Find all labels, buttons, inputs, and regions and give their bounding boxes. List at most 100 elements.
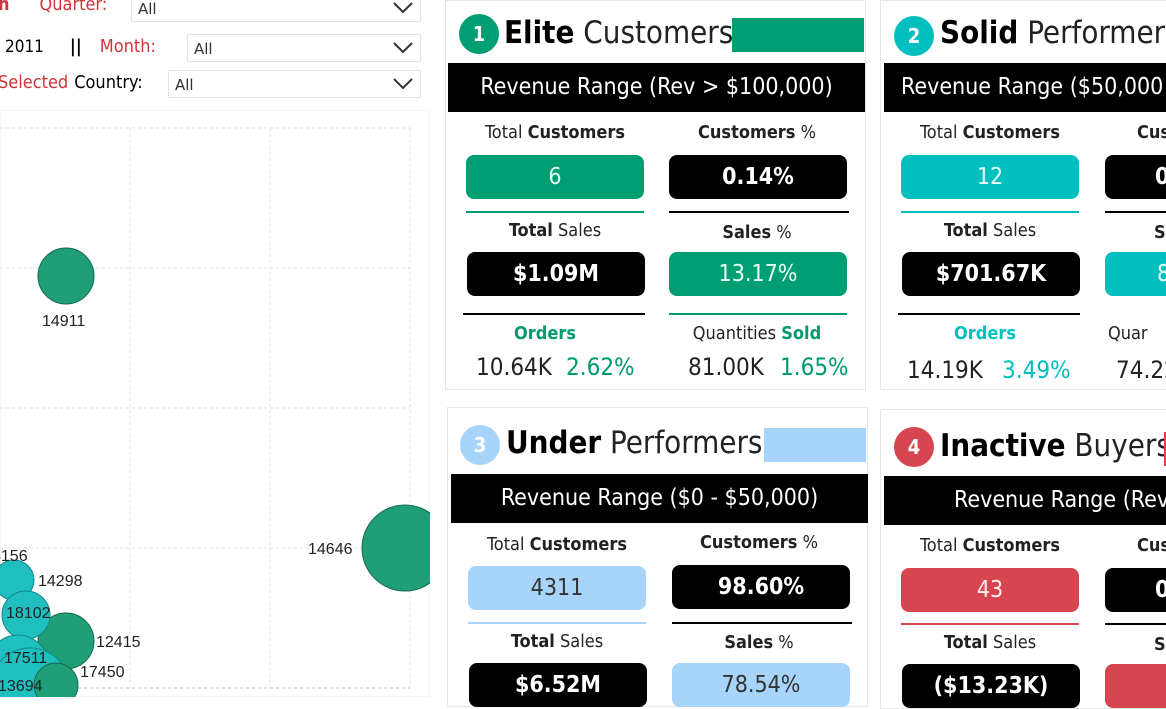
scatter-label: 14298 <box>38 573 83 590</box>
scatter-label: 4156 <box>0 548 28 565</box>
sales-pct-label: Sales % <box>724 632 794 653</box>
card-title-light: Performers <box>610 425 763 461</box>
divider <box>468 622 646 624</box>
quarter-dropdown[interactable]: All <box>131 0 421 22</box>
country-dropdown[interactable]: All <box>168 70 421 98</box>
divider <box>898 313 1080 315</box>
total-sales-value: $6.52M <box>469 663 647 707</box>
chevron-down-icon <box>393 78 413 90</box>
total-sales-label: Total Sales <box>943 220 1037 241</box>
divider <box>463 313 645 315</box>
total-sales-label: Total Sales <box>943 632 1037 653</box>
total-customers-value: 43 <box>901 568 1079 612</box>
total-sales-label: Total Sales <box>508 220 602 241</box>
orders-pct-value: 3.49% <box>1002 356 1071 384</box>
card-title: Elite Customers <box>504 15 733 51</box>
sales-pct-label: Sales % <box>722 222 792 243</box>
under-performers-card: 3 Under Performers Revenue Range ($0 - $… <box>447 407 868 707</box>
country-label-selected: Selected <box>0 72 69 93</box>
sales-pct-value: 13.17% <box>669 252 847 296</box>
orders-value: 14.19K <box>907 356 983 384</box>
total-sales-value: $1.09M <box>467 252 645 296</box>
filter-separator: || <box>69 36 82 57</box>
card-title-bold: Solid <box>940 15 1019 51</box>
divider <box>901 211 1079 213</box>
total-customers-value: 12 <box>901 155 1079 199</box>
divider <box>669 313 847 315</box>
customers-pct-label: Customers % <box>698 122 816 143</box>
card-title-light: Customers <box>583 15 734 51</box>
month-value: All <box>194 40 213 58</box>
quantities-pct-value: 1.65% <box>780 353 849 381</box>
filter-label-partial: n <box>0 0 10 15</box>
inactive-buyers-card: 4 Inactive Buyers Revenue Range (Rev Tot… <box>880 409 1166 709</box>
month-dropdown[interactable]: All <box>187 34 421 62</box>
customers-pct-label: Customers % <box>700 532 818 553</box>
country-value: All <box>175 76 194 94</box>
divider <box>1105 211 1166 213</box>
orders-label: Orders <box>954 323 1016 344</box>
card-title-bold: Inactive <box>940 428 1066 464</box>
month-label: Month: <box>99 36 156 57</box>
filter-row-quarter: n Quarter: <box>0 0 107 15</box>
total-customers-label: Total Customers <box>919 535 1061 556</box>
sales-pct-value: 78.54% <box>672 663 850 707</box>
card-title: Under Performers <box>506 425 762 461</box>
customer-scatter-plot: 14911 14646 4156 14298 18102 12415 17511… <box>0 110 430 697</box>
divider <box>466 211 644 213</box>
total-customers-label: Total Customers <box>484 122 626 143</box>
total-sales-value: ($13.23K) <box>902 664 1080 708</box>
quantities-sold-label: Quantities Sold <box>692 323 822 344</box>
revenue-range-bar: Revenue Range (Rev > $100,000) <box>448 63 865 112</box>
sales-pct-label: S <box>1154 634 1166 655</box>
customers-pct-value: 98.60% <box>672 565 850 609</box>
card-title: Inactive Buyers <box>940 428 1166 464</box>
scatter-label: 18102 <box>6 605 51 622</box>
total-customers-value: 6 <box>466 155 644 199</box>
orders-label: Orders <box>514 323 576 344</box>
segment-color-swatch <box>732 18 864 52</box>
quantities-value: 74.22 <box>1116 356 1166 384</box>
card-title-bold: Under <box>506 425 602 461</box>
revenue-range-bar: Revenue Range ($50,000 <box>884 63 1166 112</box>
segment-number-badge: 1 <box>459 14 499 54</box>
filter-row-month: 2011 || Month: <box>5 36 156 57</box>
card-title: Solid Performers <box>940 15 1166 51</box>
customers-pct-label: Cus <box>1137 535 1166 556</box>
elite-customers-card: 1 Elite Customers Revenue Range (Rev > $… <box>445 0 866 390</box>
scatter-label: 14646 <box>308 541 353 558</box>
chevron-down-icon <box>393 42 413 54</box>
card-title-light: Performers <box>1027 15 1166 51</box>
divider <box>669 211 849 213</box>
card-title-bold: Elite <box>504 15 575 51</box>
year-value: 2011 <box>5 36 44 57</box>
card-title-light: Buyers <box>1074 428 1166 464</box>
chevron-down-icon <box>393 2 413 14</box>
revenue-range-bar: Revenue Range (Rev <box>884 476 1166 525</box>
segment-number-badge: 4 <box>894 427 934 467</box>
scatter-label: 17511 <box>4 650 47 667</box>
total-sales-value: $701.67K <box>902 252 1080 296</box>
quantities-sold-label: Quar <box>1108 323 1148 344</box>
customers-pct-label: Cus <box>1137 122 1166 143</box>
divider <box>672 622 852 624</box>
scatter-label: 14911 <box>42 313 85 330</box>
sales-pct-value <box>1105 664 1166 708</box>
customers-pct-value: 0 <box>1105 155 1166 199</box>
orders-value: 10.64K <box>476 353 552 381</box>
divider <box>1105 623 1166 625</box>
total-customers-label: Total Customers <box>486 534 628 555</box>
total-customers-value: 4311 <box>468 566 646 610</box>
customers-pct-value: 0 <box>1105 568 1166 612</box>
quarter-value: All <box>138 0 157 18</box>
filter-row-country: Selected Country: <box>0 72 143 93</box>
scatter-label: 12415 <box>96 634 141 651</box>
divider <box>901 623 1079 625</box>
segment-color-swatch <box>764 428 866 462</box>
segment-number-badge: 3 <box>460 425 500 465</box>
sales-pct-value: 8 <box>1105 252 1166 296</box>
solid-performers-card: 2 Solid Performers Revenue Range ($50,00… <box>880 0 1166 390</box>
quarter-label: Quarter: <box>39 0 108 15</box>
segment-number-badge: 2 <box>894 16 934 56</box>
revenue-range-bar: Revenue Range ($0 - $50,000) <box>451 474 868 523</box>
